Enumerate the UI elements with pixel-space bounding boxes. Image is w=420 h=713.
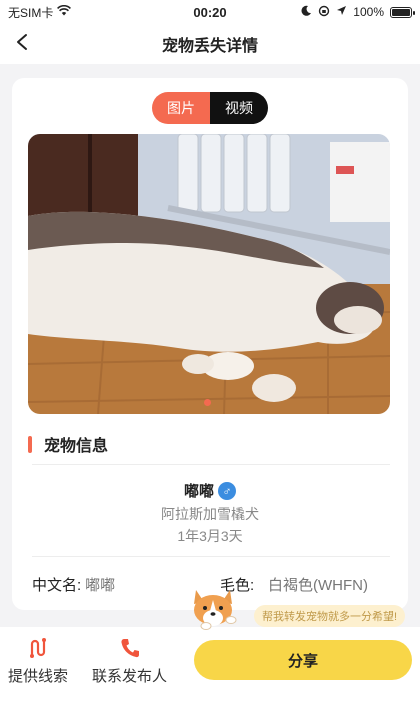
media-toggle: 图片 视频 [152,92,268,124]
pet-photo-image [28,134,390,414]
battery-percent: 100% [353,5,384,19]
battery-icon [390,6,415,18]
pet-breed: 阿拉斯加雪橇犬 [161,506,259,522]
provide-clues-label: 提供线索 [8,668,69,685]
status-left: 无SIM卡 [8,4,72,21]
status-right: 100% [301,5,415,20]
corgi-mascot-icon [186,586,242,630]
location-icon [336,5,347,19]
tab-photo[interactable]: 图片 [152,92,210,124]
wifi-icon [57,4,72,19]
divider [32,464,390,465]
page-title: 宠物丢失详情 [161,38,258,55]
pet-detail-card: 图片 视频 宠物信息 嘟嘟 ♂ 阿拉斯加雪橇犬 1年3月3天 中文名: 嘟嘟 毛… [12,78,408,610]
pet-age: 1年3月3天 [177,528,243,544]
pet-name-row: 嘟嘟 ♂ [12,480,408,501]
status-bar: 无SIM卡 00:20 100% [0,0,420,24]
back-button[interactable] [8,30,36,58]
section-title: 宠物信息 [28,432,108,456]
chinese-name-value: 嘟嘟 [85,577,116,594]
route-icon [25,635,51,661]
male-gender-icon: ♂ [218,481,236,500]
carousel-indicator [204,399,211,406]
fur-color-value: 白褐色(WHFN) [268,577,368,594]
section-title-text: 宠物信息 [44,438,109,455]
share-prompt-bubble: 帮我转发宠物就多一分希望! [254,605,406,627]
chinese-name-label: 中文名: [32,577,82,594]
chevron-left-icon [15,33,29,56]
share-button[interactable]: 分享 [194,640,412,680]
tab-video[interactable]: 视频 [210,92,268,124]
section-accent-bar [28,435,32,453]
divider [32,556,390,557]
provide-clues-button[interactable]: 提供线索 [8,635,68,686]
carrier-text: 无SIM卡 [8,5,54,20]
pet-photo[interactable] [28,134,390,414]
nav-bar: 宠物丢失详情 [0,24,420,64]
phone-icon [117,635,143,661]
pet-name: 嘟嘟 [183,483,214,500]
contact-publisher-label: 联系发布人 [92,668,168,685]
moon-icon [301,5,312,19]
contact-publisher-button[interactable]: 联系发布人 [92,635,167,686]
rotation-lock-icon [318,5,330,20]
bottom-action-bar: 提供线索 联系发布人 分享 [0,627,420,713]
